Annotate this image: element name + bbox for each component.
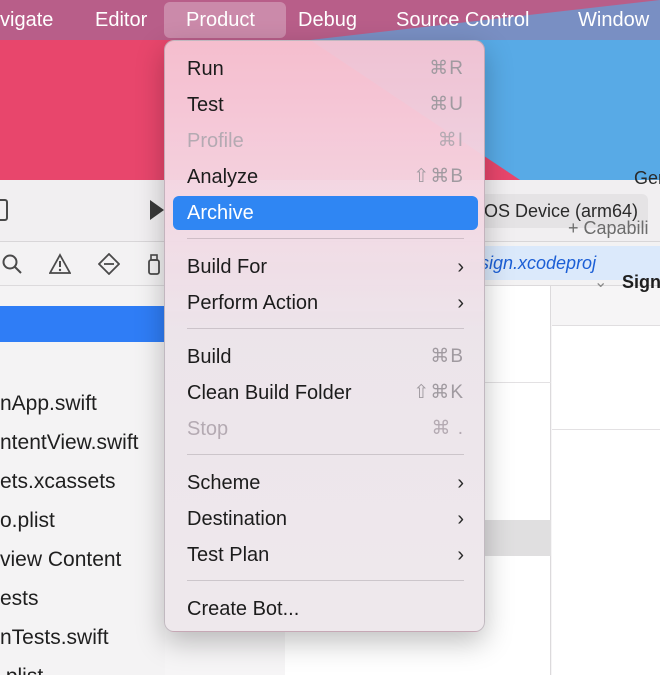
tab-general[interactable]: Ger bbox=[634, 168, 660, 189]
menu-bar: vigate Editor Product Debug Source Contr… bbox=[0, 0, 660, 40]
menu-item-test-plan[interactable]: Test Plan › bbox=[173, 538, 478, 572]
menubar-window[interactable]: Window bbox=[568, 0, 659, 40]
shortcut-label: ⌘I bbox=[437, 130, 464, 151]
chevron-right-icon: › bbox=[457, 292, 464, 314]
menu-item-clean-build-folder[interactable]: Clean Build Folder ⇧⌘K bbox=[173, 376, 478, 410]
menu-separator bbox=[187, 328, 464, 329]
file-item[interactable]: ntentView.swift bbox=[0, 431, 139, 455]
menu-item-perform-action[interactable]: Perform Action › bbox=[173, 286, 478, 320]
shortcut-label: ⇧⌘K bbox=[413, 382, 464, 403]
chevron-down-icon[interactable]: ⌄ bbox=[594, 272, 607, 292]
menu-item-label: Clean Build Folder bbox=[187, 382, 352, 404]
menu-item-label: Create Bot... bbox=[187, 598, 300, 620]
add-capability-button[interactable]: + Capabili bbox=[568, 218, 649, 239]
menubar-product[interactable]: Product bbox=[164, 2, 286, 38]
menu-item-stop: Stop ⌘ . bbox=[173, 412, 478, 446]
menu-item-label: Run bbox=[187, 58, 224, 80]
menu-item-label: Build For bbox=[187, 256, 268, 278]
warning-icon[interactable] bbox=[48, 252, 72, 276]
menu-separator bbox=[187, 238, 464, 239]
file-item[interactable]: view Content bbox=[0, 548, 121, 572]
file-item[interactable]: nApp.swift bbox=[0, 392, 97, 416]
menubar-source-control[interactable]: Source Control bbox=[386, 0, 539, 40]
menubar-editor[interactable]: Editor bbox=[85, 0, 157, 40]
target-row-selected[interactable] bbox=[485, 520, 551, 556]
menu-item-build-for[interactable]: Build For › bbox=[173, 250, 478, 284]
editor-pane bbox=[552, 286, 660, 675]
menu-item-label: Analyze bbox=[187, 166, 259, 188]
menu-item-label: Build bbox=[187, 346, 232, 368]
menu-item-analyze[interactable]: Analyze ⇧⌘B bbox=[173, 160, 478, 194]
sidebar-toggle-icon[interactable] bbox=[0, 199, 8, 221]
menu-separator bbox=[187, 454, 464, 455]
menu-item-label: Stop bbox=[187, 418, 229, 440]
menu-separator bbox=[187, 580, 464, 581]
file-item[interactable]: o.plist bbox=[0, 509, 55, 533]
divider bbox=[552, 429, 660, 430]
file-item[interactable]: ets.xcassets bbox=[0, 470, 116, 494]
menu-item-run[interactable]: Run ⌘R bbox=[173, 52, 478, 86]
spray-icon[interactable] bbox=[142, 252, 166, 276]
product-menu: Run ⌘R Test ⌘U Profile ⌘I Analyze ⇧⌘B Ar… bbox=[164, 40, 485, 632]
shortcut-label: ⌘R bbox=[429, 58, 464, 79]
shortcut-label: ⇧⌘B bbox=[413, 166, 464, 187]
run-icon[interactable] bbox=[150, 200, 164, 220]
section-signing: Sign bbox=[622, 272, 660, 292]
chevron-right-icon: › bbox=[457, 544, 464, 566]
menu-item-label: Perform Action bbox=[187, 292, 319, 314]
menu-item-build[interactable]: Build ⌘B bbox=[173, 340, 478, 374]
menu-item-label: Test Plan bbox=[187, 544, 270, 566]
menu-item-label: Profile bbox=[187, 130, 244, 152]
menubar-debug[interactable]: Debug bbox=[288, 0, 367, 40]
file-item[interactable]: .plist bbox=[0, 665, 43, 675]
menu-item-label: Archive bbox=[187, 202, 254, 224]
shortcut-label: ⌘ . bbox=[431, 418, 464, 439]
menu-item-label: Scheme bbox=[187, 472, 261, 494]
file-item[interactable]: nTests.swift bbox=[0, 626, 109, 650]
menu-item-label: Test bbox=[187, 94, 224, 116]
shortcut-label: ⌘B bbox=[430, 346, 464, 367]
menu-item-profile: Profile ⌘I bbox=[173, 124, 478, 158]
file-item[interactable]: ests bbox=[0, 587, 39, 611]
selected-row[interactable] bbox=[0, 306, 165, 342]
menu-item-scheme[interactable]: Scheme › bbox=[173, 466, 478, 500]
menu-item-create-bot[interactable]: Create Bot... bbox=[173, 592, 478, 626]
menu-item-archive[interactable]: Archive bbox=[173, 196, 478, 230]
menu-item-destination[interactable]: Destination › bbox=[173, 502, 478, 536]
diamond-icon[interactable] bbox=[97, 252, 121, 276]
chevron-right-icon: › bbox=[457, 472, 464, 494]
chevron-right-icon: › bbox=[457, 256, 464, 278]
menu-item-test[interactable]: Test ⌘U bbox=[173, 88, 478, 122]
menubar-navigate[interactable]: vigate bbox=[0, 0, 63, 40]
project-navigator: nApp.swift ntentView.swift ets.xcassets … bbox=[0, 286, 165, 675]
magnifier-icon[interactable] bbox=[0, 252, 24, 276]
menu-item-label: Destination bbox=[187, 508, 288, 530]
shortcut-label: ⌘U bbox=[429, 94, 464, 115]
chevron-right-icon: › bbox=[457, 508, 464, 530]
